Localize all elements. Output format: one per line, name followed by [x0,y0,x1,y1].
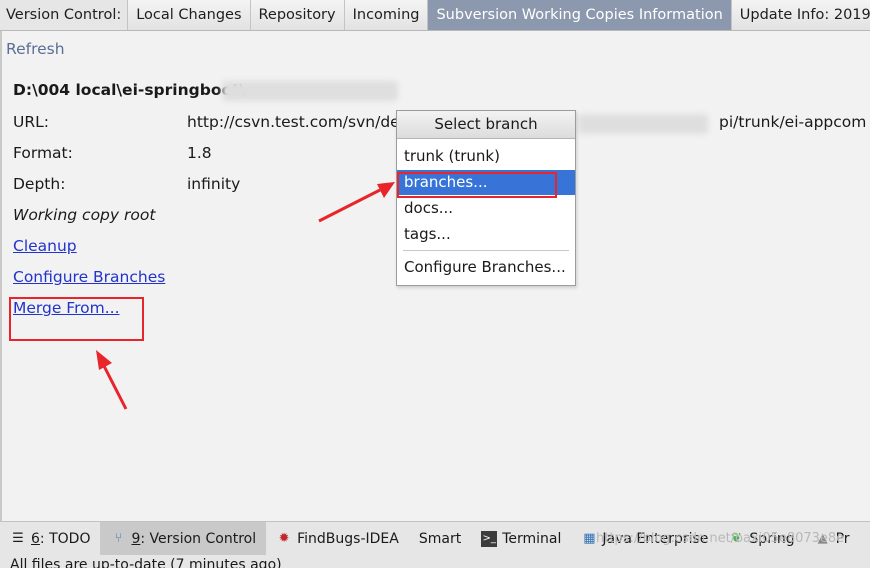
todo-icon: ☰ [12,530,24,546]
toolwindow-version-control[interactable]: ⑂ 9: Version Control [100,522,267,555]
bug-icon: ✹ [278,530,290,546]
version-control-label: : Version Control [140,530,257,547]
menu-item-docs[interactable]: docs... [397,196,575,221]
toolwindow-findbugs[interactable]: ✹ FindBugs-IDEA [266,522,409,555]
select-branch-popup: Select branch trunk (trunk) branches... … [396,110,576,286]
findbugs-label: FindBugs-IDEA [297,530,399,547]
status-bar: All files are up-to-date (7 minutes ago) [0,555,870,568]
branches-highlight-box [397,172,557,198]
popup-title: Select branch [397,111,575,139]
todo-label: : TODO [39,530,91,547]
version-control-icon: ⑂ [114,530,123,546]
arrow-to-branches-icon [318,182,395,223]
toolwindow-terminal[interactable]: >_ Terminal [471,522,571,555]
watermark-text: https://blog.csdn.net/oaxi05e8073e8e [596,531,845,546]
terminal-icon: >_ [481,530,498,547]
menu-item-trunk[interactable]: trunk (trunk) [397,144,575,169]
terminal-label: Terminal [502,530,562,547]
menu-item-configure-branches[interactable]: Configure Branches... [397,255,575,280]
smart-label: Smart [418,530,462,547]
menu-separator [403,250,569,251]
todo-number: 6 [31,530,40,547]
status-text: All files are up-to-date (7 minutes ago) [10,557,282,568]
menu-item-tags[interactable]: tags... [397,222,575,247]
version-control-number: 9 [131,530,141,547]
toolwindow-smart[interactable]: Smart [409,522,471,555]
java-enterprise-icon: ▦ [583,530,596,546]
toolwindow-todo[interactable]: ☰ 6: TODO [0,522,100,555]
arrow-to-merge-from-icon [96,350,128,410]
